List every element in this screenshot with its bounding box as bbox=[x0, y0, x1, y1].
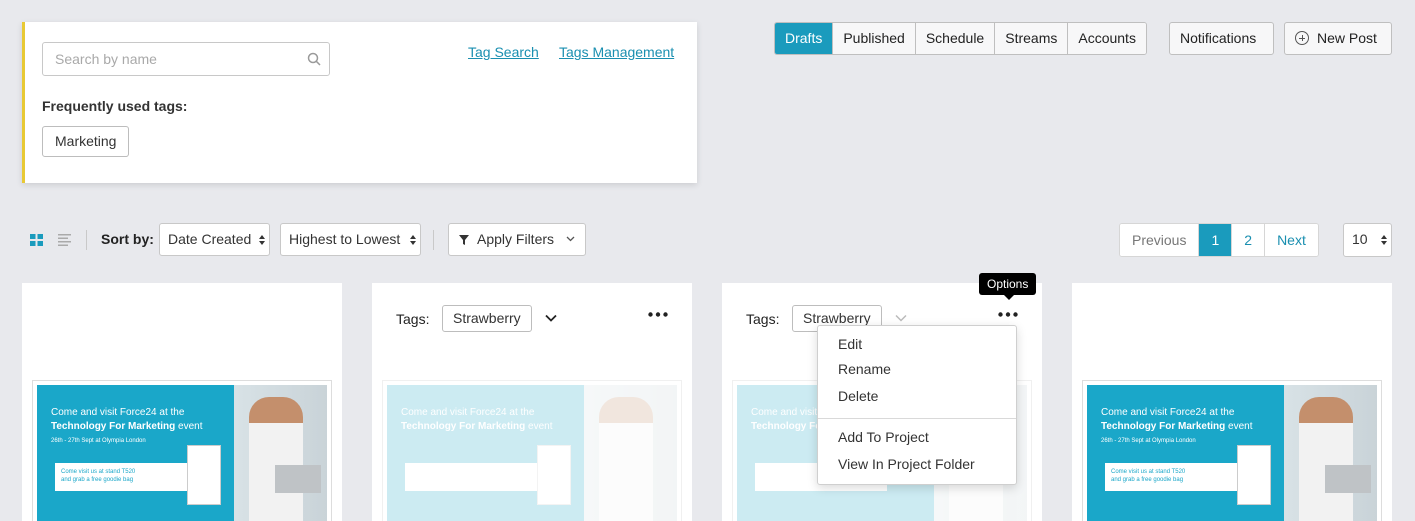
select-arrows-icon bbox=[410, 235, 416, 245]
card-tags-label: Tags: bbox=[746, 311, 780, 327]
chevron-down-icon[interactable] bbox=[895, 314, 907, 322]
thumbnail-info-box: Come visit us at stand T520 and grab a fr… bbox=[1105, 463, 1237, 491]
thumbnail-headline: Come and visit Force24 at the bbox=[401, 407, 535, 418]
per-page-value: 10 bbox=[1352, 231, 1368, 247]
tag-search-link[interactable]: Tag Search bbox=[468, 44, 539, 60]
view-tabs: Drafts Published Schedule Streams Accoun… bbox=[774, 22, 1147, 55]
search-box[interactable] bbox=[42, 42, 330, 76]
more-options-icon[interactable] bbox=[998, 312, 1018, 317]
chevron-down-icon bbox=[566, 236, 575, 242]
pagination-previous[interactable]: Previous bbox=[1120, 224, 1199, 256]
grid-view-icon[interactable] bbox=[30, 234, 43, 246]
apply-filters-label: Apply Filters bbox=[477, 231, 555, 247]
thumbnail-date: 26th - 27th Sept at Olympia London bbox=[1101, 438, 1196, 444]
notifications-button[interactable]: Notifications bbox=[1169, 22, 1274, 55]
toolbar-divider bbox=[433, 230, 434, 250]
post-thumbnail[interactable]: Come and visit Force24 at the Technology… bbox=[32, 380, 332, 521]
thumbnail-laptop bbox=[275, 465, 321, 493]
pagination-page-1[interactable]: 1 bbox=[1198, 224, 1232, 256]
new-post-label: New Post bbox=[1317, 30, 1377, 46]
pagination: Previous 1 2 Next bbox=[1119, 223, 1319, 257]
search-input[interactable] bbox=[43, 43, 293, 75]
thumbnail-info-box bbox=[405, 463, 537, 491]
toolbar-divider bbox=[86, 230, 87, 250]
menu-item-edit[interactable]: Edit bbox=[838, 336, 862, 352]
per-page-select[interactable]: 10 bbox=[1343, 223, 1392, 257]
options-menu: Edit Rename Delete Add To Project View I… bbox=[817, 325, 1017, 485]
post-thumbnail[interactable]: Come and visit Force24 at the Technology… bbox=[382, 380, 682, 521]
new-post-button[interactable]: New Post bbox=[1284, 22, 1392, 55]
plus-circle-icon bbox=[1295, 31, 1309, 45]
thumbnail-image: Come and visit Force24 at the Technology… bbox=[1087, 385, 1377, 521]
select-arrows-icon bbox=[259, 235, 265, 245]
thumbnail-person bbox=[599, 397, 653, 521]
thumbnail-bag bbox=[187, 445, 221, 505]
card-tag-chip[interactable]: Strawberry bbox=[442, 305, 532, 332]
thumbnail-headline-bold: Technology For Marketing event bbox=[51, 421, 203, 432]
frequent-tags-label: Frequently used tags: bbox=[42, 98, 188, 114]
chevron-down-icon[interactable] bbox=[545, 314, 557, 322]
select-arrows-icon bbox=[1381, 235, 1387, 245]
menu-item-add-to-project[interactable]: Add To Project bbox=[838, 429, 929, 445]
tag-panel: Tag Search Tags Management Frequently us… bbox=[22, 22, 697, 183]
menu-item-delete[interactable]: Delete bbox=[838, 388, 878, 404]
thumbnail-date: 26th - 27th Sept at Olympia London bbox=[51, 438, 146, 444]
post-thumbnail[interactable]: Come and visit Force24 at the Technology… bbox=[1082, 380, 1382, 521]
pagination-next[interactable]: Next bbox=[1264, 224, 1318, 256]
search-icon[interactable] bbox=[307, 52, 321, 66]
options-tooltip: Options bbox=[979, 273, 1037, 300]
tab-accounts[interactable]: Accounts bbox=[1067, 23, 1146, 54]
thumbnail-person bbox=[249, 397, 303, 521]
thumbnail-laptop bbox=[1325, 465, 1371, 493]
post-card[interactable]: Come and visit Force24 at the Technology… bbox=[1072, 283, 1392, 521]
list-view-icon[interactable] bbox=[58, 234, 71, 246]
pagination-page-2[interactable]: 2 bbox=[1231, 224, 1265, 256]
post-card[interactable]: Come and visit Force24 at the Technology… bbox=[22, 283, 342, 521]
filter-icon bbox=[459, 235, 469, 245]
tags-management-link[interactable]: Tags Management bbox=[559, 44, 674, 60]
sort-order-value: Highest to Lowest bbox=[289, 231, 401, 247]
sort-field-select[interactable]: Date Created bbox=[159, 223, 270, 256]
more-options-icon[interactable] bbox=[648, 312, 668, 317]
thumbnail-headline-bold: Technology For Marketing event bbox=[401, 421, 553, 432]
sort-label: Sort by: bbox=[101, 231, 154, 247]
tab-streams[interactable]: Streams bbox=[994, 23, 1068, 54]
thumbnail-info-box: Come visit us at stand T520 and grab a fr… bbox=[55, 463, 187, 491]
thumbnail-person bbox=[1299, 397, 1353, 521]
tab-drafts[interactable]: Drafts bbox=[775, 23, 833, 54]
card-tags-label: Tags: bbox=[396, 311, 430, 327]
menu-item-view-in-project-folder[interactable]: View In Project Folder bbox=[838, 456, 975, 472]
thumbnail-bag bbox=[1237, 445, 1271, 505]
tab-published[interactable]: Published bbox=[832, 23, 915, 54]
menu-item-rename[interactable]: Rename bbox=[838, 361, 891, 377]
apply-filters-button[interactable]: Apply Filters bbox=[448, 223, 586, 256]
menu-divider bbox=[818, 418, 1016, 419]
frequent-tag-chip[interactable]: Marketing bbox=[42, 126, 130, 157]
sort-order-select[interactable]: Highest to Lowest bbox=[280, 223, 421, 256]
thumbnail-image: Come and visit Force24 at the Technology… bbox=[387, 385, 677, 521]
thumbnail-headline-bold: Technology For Marketing event bbox=[1101, 421, 1253, 432]
thumbnail-image: Come and visit Force24 at the Technology… bbox=[37, 385, 327, 521]
thumbnail-headline: Come and visit Force24 at the bbox=[51, 407, 185, 418]
thumbnail-headline: Come and visit Force24 at the bbox=[1101, 407, 1235, 418]
post-card[interactable]: Tags: Strawberry Come and visit Force24 … bbox=[372, 283, 692, 521]
thumbnail-bag bbox=[537, 445, 571, 505]
tab-schedule[interactable]: Schedule bbox=[914, 23, 995, 54]
sort-field-value: Date Created bbox=[168, 231, 252, 247]
